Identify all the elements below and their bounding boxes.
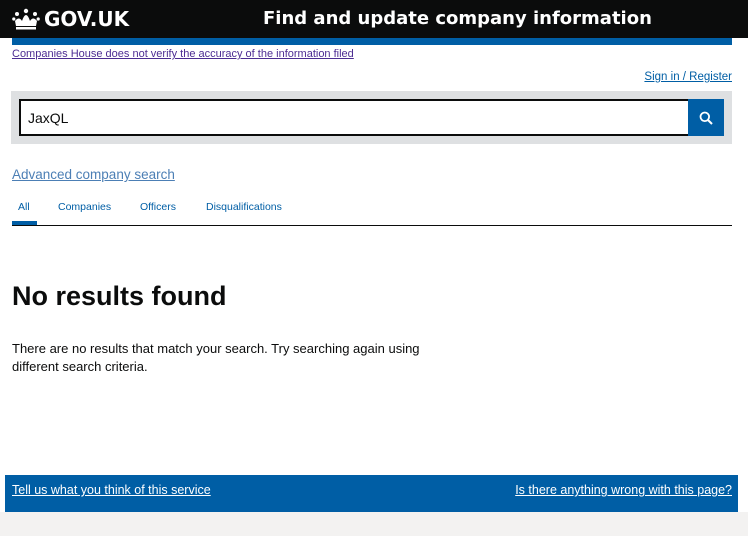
no-results-message: There are no results that match your sea… <box>12 341 420 374</box>
results-tabs: All Companies Officers Disqualifications <box>12 197 732 226</box>
feedback-link[interactable]: Tell us what you think of this service <box>12 482 211 498</box>
logo-text: GOV.UK <box>44 7 130 31</box>
search-panel <box>11 91 732 144</box>
search-button[interactable] <box>688 99 724 136</box>
report-problem-link[interactable]: Is there anything wrong with this page? <box>515 482 732 498</box>
disclaimer-link[interactable]: Companies House does not verify the accu… <box>12 47 354 61</box>
page-title: No results found <box>12 281 227 311</box>
tab-officers[interactable]: Officers <box>140 200 176 214</box>
govuk-header: GOV.UK Find and update company informati… <box>0 0 748 38</box>
govuk-logo-link[interactable]: GOV.UK <box>12 5 129 33</box>
service-name-link[interactable]: Find and update company information <box>263 7 652 31</box>
search-icon <box>699 111 713 125</box>
signin-register-link[interactable]: Sign in / Register <box>644 70 732 84</box>
tab-companies[interactable]: Companies <box>58 200 111 214</box>
active-tab-indicator <box>12 221 37 225</box>
tab-all[interactable]: All <box>18 200 30 214</box>
tab-disqualifications[interactable]: Disqualifications <box>206 200 282 214</box>
page-footer <box>0 512 748 536</box>
feedback-bar: Tell us what you think of this service I… <box>5 475 738 512</box>
advanced-search-link[interactable]: Advanced company search <box>12 167 175 183</box>
search-input[interactable] <box>19 99 692 136</box>
header-accent-bar <box>12 38 732 45</box>
crown-icon <box>12 8 40 30</box>
